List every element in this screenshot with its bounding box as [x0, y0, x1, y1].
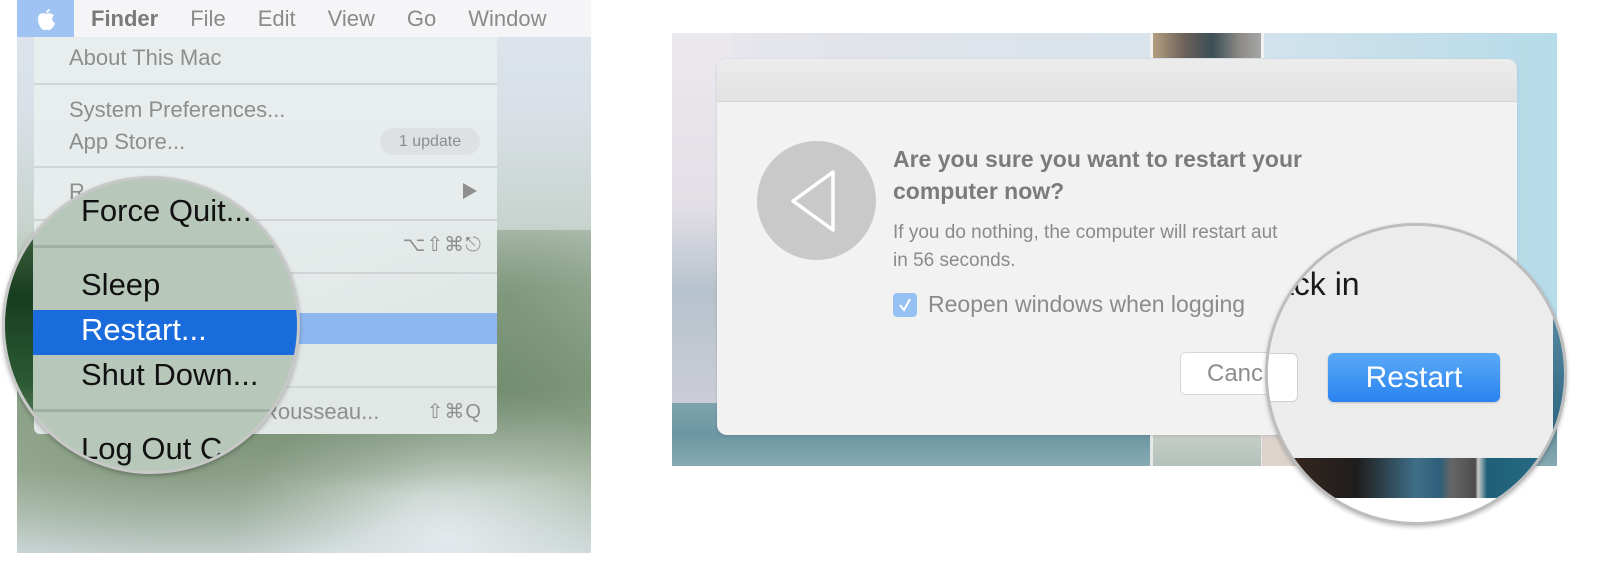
reopen-windows-checkbox[interactable] — [893, 292, 917, 317]
magnifier-callout-menu: Force Quit... Sleep Restart... Shut Down… — [2, 176, 300, 474]
menu-go[interactable]: Go — [407, 6, 436, 32]
mag-item-sleep[interactable]: Sleep — [81, 267, 160, 303]
wallpaper-strip — [5, 179, 35, 471]
menu-finder[interactable]: Finder — [91, 6, 158, 32]
mag-item-log-out[interactable]: Log Out C — [81, 431, 222, 467]
wallpaper-strip — [1268, 458, 1564, 498]
restart-button[interactable]: Restart — [1328, 353, 1500, 402]
submenu-arrow-icon — [463, 183, 477, 199]
dialog-titlebar — [717, 59, 1517, 102]
dialog-title: Are you sure you want to restart your co… — [893, 146, 1302, 204]
menu-bar: Finder File Edit View Go Window — [17, 0, 591, 37]
background-thumbnail — [1150, 33, 1264, 58]
menu-item-app-store[interactable]: App Store... — [69, 129, 185, 155]
menu-separator — [33, 245, 297, 248]
menu-view[interactable]: View — [328, 6, 375, 32]
background-thumbnail — [1150, 433, 1264, 466]
apple-menu-button[interactable] — [17, 0, 74, 37]
reopen-windows-option[interactable]: Reopen windows when logging — [893, 291, 1245, 318]
cancel-button-edge[interactable] — [1268, 353, 1298, 402]
force-quit-shortcut: ⌥⇧⌘⎋ — [402, 234, 482, 256]
menu-window[interactable]: Window — [468, 6, 546, 32]
reopen-windows-label: Reopen windows when logging — [928, 291, 1246, 317]
menu-item-system-preferences[interactable]: System Preferences... — [69, 97, 285, 123]
mag-item-force-quit[interactable]: Force Quit... — [81, 193, 252, 229]
menu-item-about-this-mac[interactable]: About This Mac — [69, 45, 221, 71]
checkbox-label-fragment: ack in — [1276, 266, 1360, 302]
log-out-shortcut: ⇧⌘Q — [426, 401, 482, 423]
menu-separator — [34, 166, 497, 168]
apple-logo-icon — [37, 8, 55, 30]
mag-item-shut-down[interactable]: Shut Down... — [81, 357, 258, 393]
menu-separator — [34, 83, 497, 85]
wallpaper-strip — [1553, 296, 1564, 458]
restart-triangle-icon — [790, 169, 835, 232]
menu-separator — [33, 409, 297, 412]
magnifier-callout-restart: ack in Restart — [1265, 223, 1567, 525]
menu-edit[interactable]: Edit — [258, 6, 296, 32]
mag-item-restart[interactable]: Restart... — [81, 312, 207, 348]
restart-icon — [757, 141, 876, 260]
magnified-menu: Force Quit... Sleep Restart... Shut Down… — [33, 179, 297, 471]
magnified-dialog: ack in Restart — [1268, 226, 1553, 458]
app-store-update-badge: 1 update — [380, 128, 480, 155]
checkmark-icon — [899, 298, 911, 312]
menu-file[interactable]: File — [190, 6, 225, 32]
